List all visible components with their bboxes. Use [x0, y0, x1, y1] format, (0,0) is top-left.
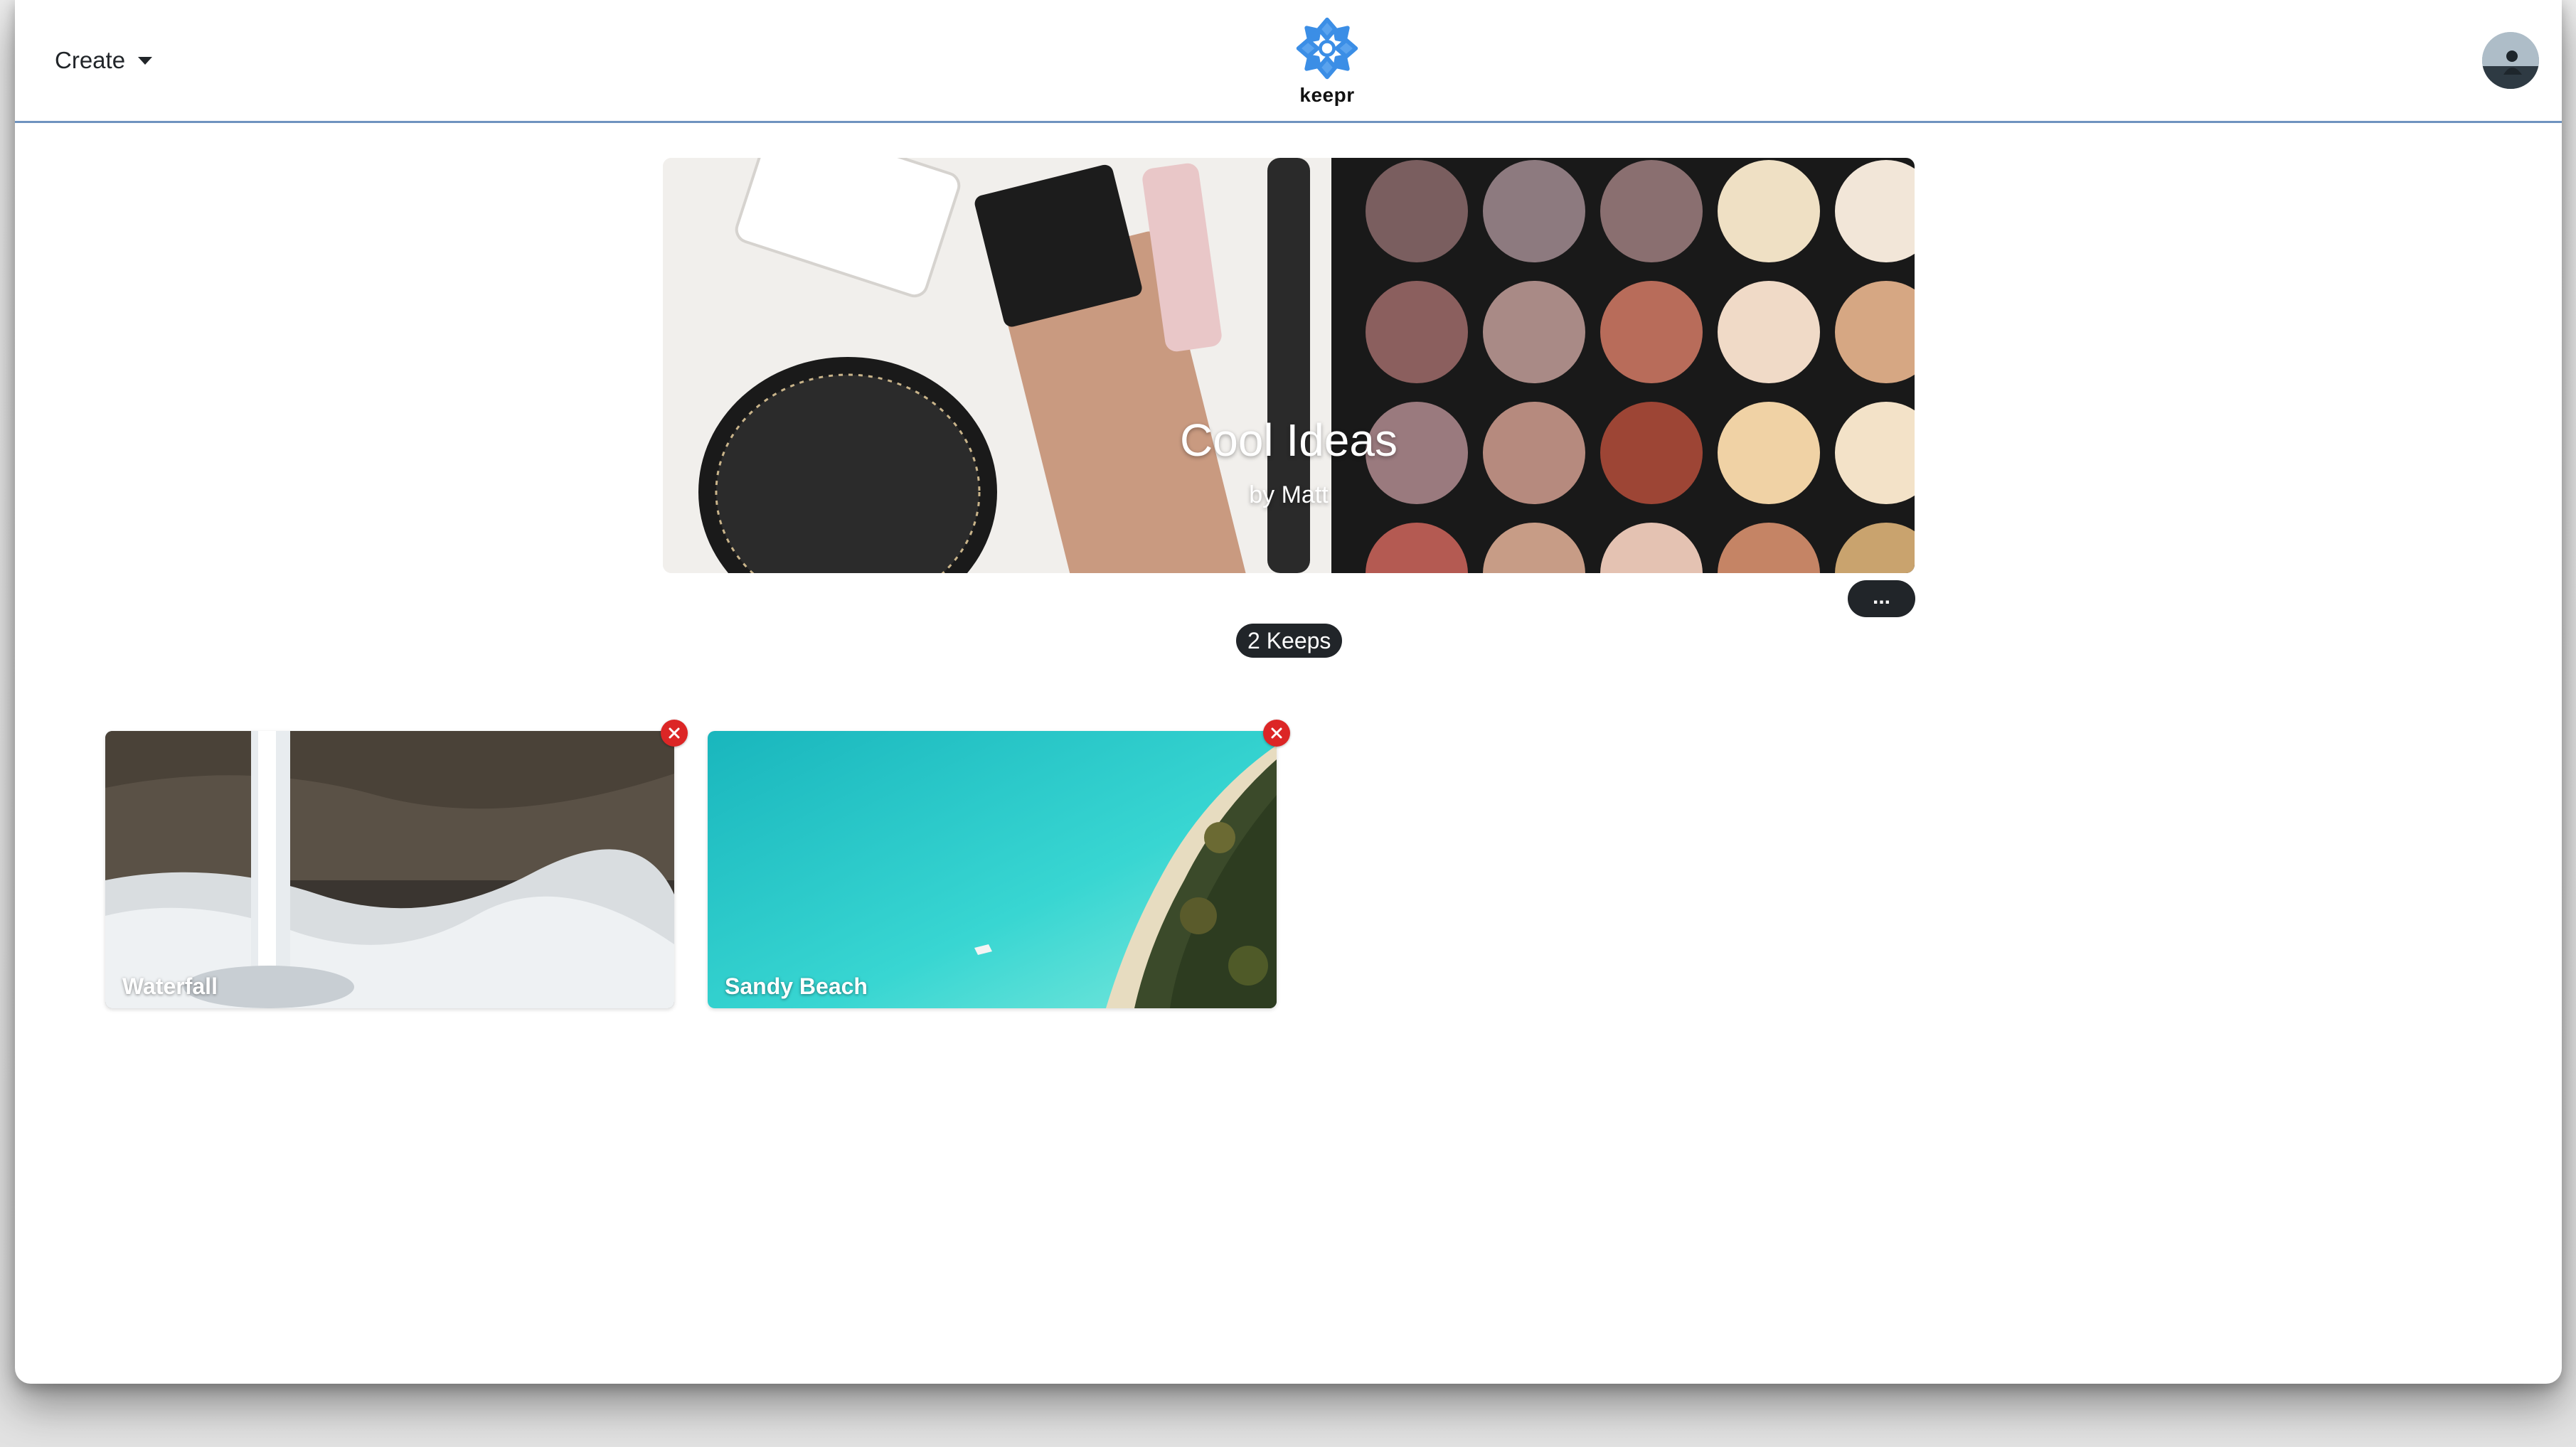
keepr-logo-icon [1296, 17, 1358, 80]
browser-window: Create keepr Cool Ideas by Matt ... 2 Ke… [15, 0, 2562, 1384]
create-dropdown[interactable]: Create [55, 43, 153, 78]
vault-options-button[interactable]: ... [1848, 580, 1915, 617]
caret-down-icon [138, 56, 153, 65]
navbar: Create keepr [15, 0, 2562, 123]
close-icon [669, 727, 680, 739]
close-icon [1271, 727, 1282, 739]
keep-name: Waterfall [122, 973, 218, 999]
avatar-image [2482, 32, 2539, 89]
vault-cover-image [663, 158, 1915, 573]
keep-card-waterfall[interactable]: Waterfall [105, 731, 674, 1008]
brand-home-link[interactable]: keepr [1288, 14, 1366, 110]
keep-card-sandy-beach[interactable]: Sandy Beach [708, 731, 1277, 1008]
remove-keep-button[interactable] [661, 720, 688, 747]
vault-banner: Cool Ideas by Matt [663, 158, 1915, 573]
user-avatar[interactable] [2482, 32, 2539, 89]
brand-name: keepr [1299, 84, 1355, 106]
keep-image-sandy-beach [708, 731, 1277, 1008]
keep-name: Sandy Beach [725, 973, 868, 999]
keep-image-waterfall [105, 731, 674, 1008]
vault-title: Cool Ideas [1180, 415, 1398, 466]
vault-owner: by Matt [1249, 481, 1329, 508]
create-label: Create [55, 47, 126, 73]
keep-count-badge: 2 Keeps [1236, 624, 1343, 658]
remove-keep-button[interactable] [1263, 720, 1290, 747]
